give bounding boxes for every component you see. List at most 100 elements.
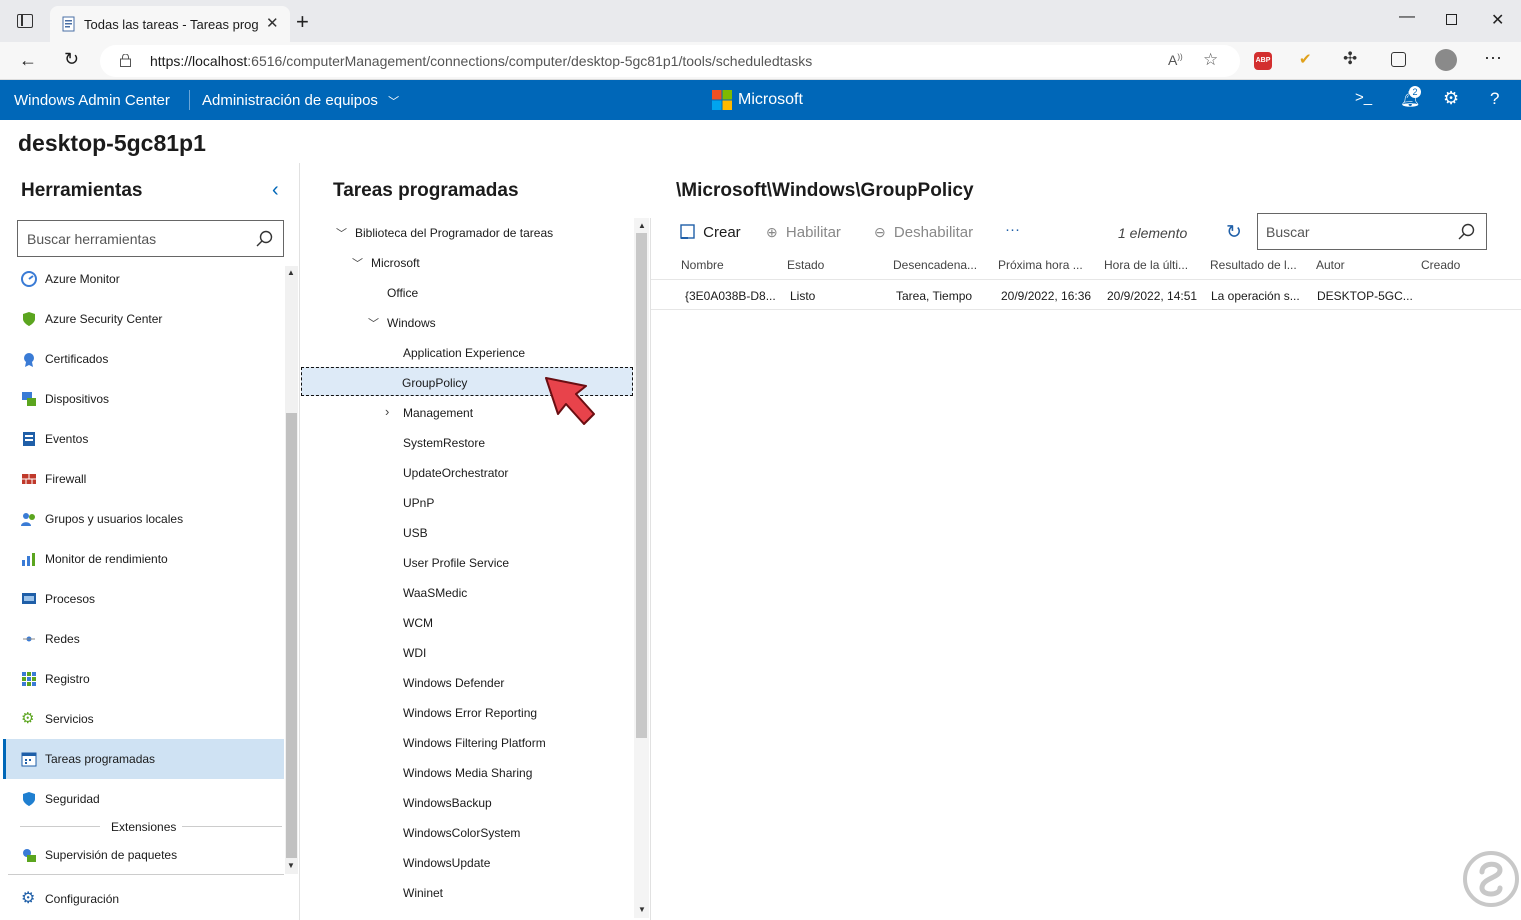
tool-configuracion[interactable]: ⚙ Configuración (3, 879, 284, 919)
section-dropdown[interactable]: Administración de equipos ﹀ (202, 92, 399, 109)
read-aloud-icon[interactable]: A)) (1168, 52, 1183, 68)
col-header-hora-ultima[interactable]: Hora de la últi... (1104, 258, 1188, 272)
col-header-resultado[interactable]: Resultado de l... (1210, 258, 1297, 272)
tool-procesos[interactable]: Procesos (3, 579, 284, 619)
chevron-down-icon: ﹀ (388, 96, 400, 108)
app-header: Windows Admin Center Administración de e… (0, 80, 1521, 120)
browser-menu-icon[interactable]: ··· (1484, 47, 1502, 68)
col-header-nombre[interactable]: Nombre (681, 258, 724, 272)
row-separator (651, 309, 1521, 310)
tab-actions-icon[interactable] (17, 14, 33, 28)
help-icon[interactable]: ? (1490, 89, 1499, 109)
col-header-desencadenador[interactable]: Desencadena... (893, 258, 977, 272)
arrow-up-circle-icon: ⊕ (766, 224, 778, 240)
network-icon (21, 631, 37, 647)
collapse-pane-icon[interactable]: ‹ (272, 179, 279, 202)
tab-title: Todas las tareas - Tareas program (84, 17, 259, 32)
tool-supervision-paquetes[interactable]: Supervisión de paquetes (3, 835, 284, 875)
settings-icon: ⚙ (21, 890, 36, 907)
cell-estado: Listo (790, 289, 816, 303)
minimize-button[interactable]: — (1399, 8, 1415, 26)
tool-seguridad[interactable]: Seguridad (3, 779, 284, 819)
chevron-down-icon[interactable]: ﹀ (368, 315, 379, 331)
close-window-button[interactable]: ✕ (1491, 10, 1504, 30)
arrow-down-circle-icon: ⊖ (874, 224, 886, 240)
refresh-icon[interactable]: ↻ (64, 49, 79, 70)
enable-button[interactable]: ⊕ Habilitar (766, 224, 841, 241)
chevron-down-icon[interactable]: ﹀ (352, 255, 363, 271)
events-icon (21, 431, 37, 447)
more-actions-button[interactable]: ··· (1005, 221, 1020, 238)
security-shield-icon (21, 791, 37, 807)
favorites-icon[interactable]: ☆ (1203, 50, 1218, 70)
new-tab-button[interactable]: + (296, 9, 309, 35)
url-text: https://localhost:6516/computerManagemen… (150, 53, 813, 69)
tools-search-input[interactable]: Buscar herramientas (17, 220, 284, 257)
processes-icon (21, 591, 37, 607)
tool-azure-monitor[interactable]: Azure Monitor (3, 259, 284, 299)
scroll-down-icon[interactable]: ▼ (638, 905, 646, 914)
cell-proxima-hora: 20/9/2022, 16:36 (1001, 289, 1092, 303)
extensions-puzzle-icon[interactable]: ✣ (1343, 49, 1357, 69)
scroll-up-icon[interactable]: ▲ (638, 221, 646, 230)
adblock-extension-icon[interactable]: ABP (1254, 52, 1272, 70)
scroll-down-icon[interactable]: ▼ (287, 861, 295, 870)
address-bar-row: ← ↻ https://localhost:6516/computerManag… (0, 42, 1521, 80)
maximize-button[interactable] (1446, 14, 1457, 25)
cell-nombre: {3E0A038B-D8... (685, 289, 776, 303)
col-header-estado[interactable]: Estado (787, 258, 824, 272)
tool-dispositivos[interactable]: Dispositivos (3, 379, 284, 419)
chevron-right-icon[interactable]: › (385, 404, 389, 419)
tool-azure-security-center[interactable]: Azure Security Center (3, 299, 284, 339)
create-button[interactable]: Crear (680, 224, 741, 241)
app-name-link[interactable]: Windows Admin Center (14, 92, 170, 109)
tree-scrollbar-thumb[interactable] (636, 233, 647, 738)
settings-gear-icon[interactable]: ⚙ (1443, 88, 1459, 109)
tool-servicios[interactable]: ⚙ Servicios (3, 699, 284, 739)
tool-tareas-programadas[interactable]: Tareas programadas (3, 739, 284, 779)
tool-certificados[interactable]: Certificados (3, 339, 284, 379)
devices-icon (21, 391, 37, 407)
task-search-placeholder: Buscar (1266, 224, 1310, 240)
extensions-divider-right (182, 826, 282, 827)
performance-chart-icon (21, 551, 37, 567)
cell-resultado: La operación s... (1211, 289, 1300, 303)
tree-pane-title: Tareas programadas (333, 180, 519, 201)
section-label: Administración de equipos (202, 92, 378, 109)
url-field[interactable]: https://localhost:6516/computerManagemen… (100, 45, 1240, 77)
extension-icon[interactable]: ✔ (1299, 50, 1312, 68)
task-search-input[interactable]: Buscar (1257, 213, 1487, 250)
refresh-icon[interactable]: ↻ (1226, 221, 1242, 244)
services-gear-icon: ⚙ (21, 710, 35, 727)
col-header-proxima-hora[interactable]: Próxima hora ... (998, 258, 1083, 272)
tool-grupos-usuarios[interactable]: Grupos y usuarios locales (3, 499, 284, 539)
tool-monitor-rendimiento[interactable]: Monitor de rendimiento (3, 539, 284, 579)
cell-desencadenador: Tarea, Tiempo (896, 289, 973, 303)
tab-close-icon[interactable]: ✕ (266, 14, 279, 32)
chevron-down-icon[interactable]: ﹀ (336, 225, 347, 241)
back-icon[interactable]: ← (19, 50, 37, 71)
powershell-icon[interactable]: >_ (1355, 89, 1372, 106)
tool-registro[interactable]: Registro (3, 659, 284, 699)
tool-firewall[interactable]: Firewall (3, 459, 284, 499)
firewall-icon (21, 471, 37, 487)
add-task-icon (680, 224, 695, 239)
col-header-creado[interactable]: Creado (1421, 258, 1460, 272)
tools-search-placeholder: Buscar herramientas (27, 231, 157, 247)
tool-eventos[interactable]: Eventos (3, 419, 284, 459)
tools-scrollbar-thumb[interactable] (286, 413, 297, 858)
search-icon (1458, 223, 1475, 240)
search-icon (256, 230, 273, 247)
profile-avatar[interactable] (1435, 49, 1457, 71)
scheduled-tasks-favicon-icon (62, 16, 76, 32)
cell-autor: DESKTOP-5GC... (1317, 289, 1413, 303)
tools-title: Herramientas (21, 180, 143, 201)
collections-icon[interactable] (1391, 52, 1406, 67)
notifications-count-badge: 2 (1409, 86, 1421, 98)
browser-tab[interactable]: Todas las tareas - Tareas program ✕ (50, 6, 290, 42)
col-header-autor[interactable]: Autor (1316, 258, 1345, 272)
scroll-up-icon[interactable]: ▲ (287, 268, 295, 277)
pane-divider (650, 218, 651, 920)
disable-button[interactable]: ⊖ Deshabilitar (874, 224, 973, 241)
tool-redes[interactable]: Redes (3, 619, 284, 659)
